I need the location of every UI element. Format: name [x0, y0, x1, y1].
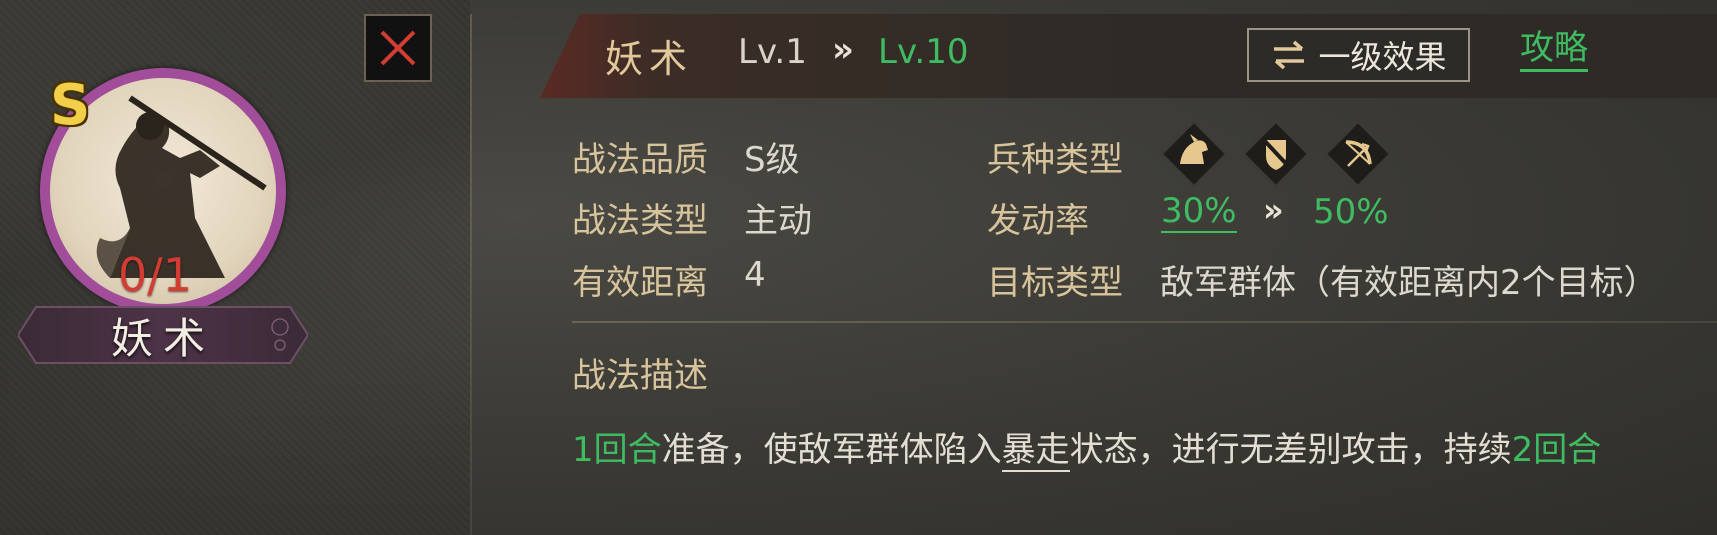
- bow-icon[interactable]: [1324, 120, 1392, 188]
- shield-icon[interactable]: [1242, 120, 1310, 188]
- grade-badge: S: [50, 73, 91, 138]
- quality-label: 战法品质: [572, 140, 708, 180]
- description-text: 1回合准备，使敌军群体陷入暴走状态，进行无差别攻击，持续2回合: [572, 422, 1602, 472]
- target-type-value: 敌军群体（有效距离内2个目标）: [1160, 263, 1658, 303]
- level-from: Lv.1: [738, 32, 807, 72]
- description-title: 战法描述: [572, 356, 708, 396]
- activation-rate-from[interactable]: 30%: [1161, 191, 1237, 234]
- swap-icon: [1274, 40, 1305, 70]
- section-divider: [572, 321, 1717, 323]
- close-button[interactable]: [364, 14, 432, 82]
- general-name: 妖术: [110, 313, 215, 363]
- quality-value: S级: [744, 140, 800, 180]
- type-value: 主动: [744, 201, 812, 241]
- skill-name: 妖术: [605, 37, 694, 81]
- rate-arrow-icon: »: [1263, 191, 1284, 229]
- guide-link[interactable]: 攻略: [1520, 29, 1588, 73]
- panel-divider: [470, 14, 472, 535]
- level-arrow-icon: »: [832, 30, 854, 70]
- description-text-part: 状态，进行无差别攻击，持续: [1069, 430, 1512, 470]
- owned-count: 0/1: [118, 248, 193, 302]
- effect-button-label: 一级效果: [1318, 38, 1447, 76]
- type-label: 战法类型: [572, 201, 708, 241]
- range-label: 有效距离: [572, 263, 708, 303]
- status-keyword-link[interactable]: 暴走: [1001, 430, 1070, 472]
- close-icon: [380, 30, 416, 66]
- troop-type-label: 兵种类型: [987, 140, 1123, 180]
- target-type-label: 目标类型: [987, 263, 1123, 303]
- activation-rate-to: 50%: [1313, 192, 1389, 232]
- activation-rate-label: 发动率: [987, 201, 1089, 241]
- description-duration-rounds: 2回合: [1511, 430, 1602, 470]
- level-effect-button[interactable]: 一级效果: [1247, 28, 1470, 82]
- range-value: 4: [744, 255, 766, 295]
- description-text-part: 准备，使敌军群体陷入: [661, 430, 1002, 470]
- description-prep-rounds: 1回合: [572, 430, 662, 470]
- cavalry-icon[interactable]: [1160, 120, 1228, 188]
- level-to: Lv.10: [878, 32, 969, 72]
